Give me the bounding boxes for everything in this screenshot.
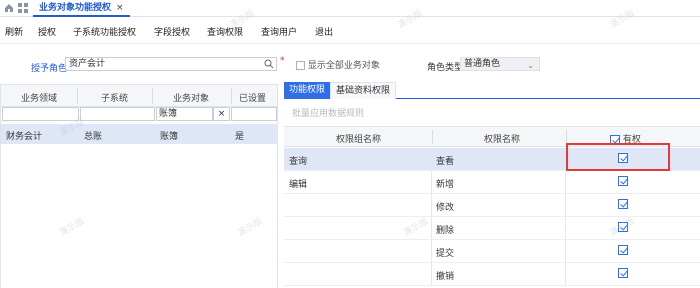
cell-name: 查看 xyxy=(432,148,566,170)
highlight-annotation xyxy=(566,143,670,171)
cell-group: 查询 xyxy=(284,148,432,170)
col-permission-name[interactable]: 权限名称 xyxy=(484,132,520,145)
grid-filter-row: 账簿 × xyxy=(1,107,277,121)
table-row[interactable]: 修改 xyxy=(284,194,700,217)
permission-label: 修改 xyxy=(436,203,455,213)
search-icon[interactable] xyxy=(264,59,274,69)
col-divider[interactable] xyxy=(77,88,78,104)
cell-name: 提交 xyxy=(432,240,566,262)
col-subsystem[interactable]: 子系统 xyxy=(101,91,128,104)
col-object[interactable]: 业务对象 xyxy=(173,91,209,104)
home-icon[interactable] xyxy=(4,3,14,13)
batch-apply-rule-button[interactable]: 批量应用数据规则 xyxy=(292,106,364,119)
cell-object: 账簿 xyxy=(160,132,179,142)
col-domain[interactable]: 业务领域 xyxy=(21,91,57,104)
tab-title: 业务对象功能授权 xyxy=(39,3,112,13)
query-user-button[interactable]: 查询用户 xyxy=(261,25,297,38)
exit-button[interactable]: 退出 xyxy=(315,25,333,38)
tab-business-object-auth[interactable]: 业务对象功能授权 × xyxy=(33,0,130,17)
filter-domain-input[interactable] xyxy=(2,107,79,121)
show-all-label: 显示全部业务对象 xyxy=(307,61,380,71)
cell-subsystem: 总账 xyxy=(84,132,103,142)
permission-tabs: 功能权限 基础资料权限 xyxy=(284,82,700,99)
permission-label: 提交 xyxy=(436,249,455,259)
close-icon: × xyxy=(217,109,226,119)
clear-filter-button[interactable]: × xyxy=(213,107,230,121)
refresh-button[interactable]: 刷新 xyxy=(5,25,23,38)
role-input-value: 资产会计 xyxy=(69,59,106,69)
permission-label: 删除 xyxy=(436,226,455,236)
role-input[interactable]: 资产会计 xyxy=(65,57,277,71)
table-row[interactable]: 编辑 新增 xyxy=(284,171,700,194)
group-label: 查询 xyxy=(289,157,308,167)
query-permission-button[interactable]: 查询权限 xyxy=(207,25,243,38)
cell-group: 编辑 xyxy=(284,171,432,193)
permission-checkbox[interactable] xyxy=(618,268,628,278)
table-row[interactable]: 提交 xyxy=(284,240,700,263)
business-object-grid: 业务领域 子系统 业务对象 已设置 账簿 × 财务会计 总账 账簿 是 xyxy=(0,84,278,288)
col-divider[interactable] xyxy=(432,130,433,144)
authorize-button[interactable]: 授权 xyxy=(38,25,56,38)
role-type-label: 角色类型 xyxy=(427,63,464,73)
cell-group xyxy=(284,194,432,216)
role-label: 授予角色 xyxy=(31,64,68,74)
permission-checkbox[interactable] xyxy=(618,245,628,255)
cell-name: 删除 xyxy=(432,217,566,239)
table-row[interactable]: 删除 xyxy=(284,217,700,240)
required-mark: * xyxy=(280,56,285,66)
permission-label: 新增 xyxy=(436,180,455,190)
col-permission-group[interactable]: 权限组名称 xyxy=(336,132,381,145)
col-set[interactable]: 已设置 xyxy=(239,91,266,104)
col-divider[interactable] xyxy=(231,88,232,104)
cell-name: 修改 xyxy=(432,194,566,216)
col-divider[interactable] xyxy=(566,130,567,144)
role-type-value: 普通角色 xyxy=(464,59,501,69)
table-row[interactable]: 财务会计 总账 账簿 是 xyxy=(1,124,277,144)
role-type-select[interactable]: 普通角色 ⌄ xyxy=(460,57,540,71)
cell-group xyxy=(284,263,432,285)
cell-set: 是 xyxy=(235,132,245,142)
checkbox-icon[interactable] xyxy=(296,61,305,70)
group-label: 编辑 xyxy=(289,180,308,190)
subsystem-auth-button[interactable]: 子系统功能授权 xyxy=(73,25,136,38)
cell-group xyxy=(284,240,432,262)
tab-function-permission[interactable]: 功能权限 xyxy=(284,82,331,99)
filter-object-input[interactable]: 账簿 xyxy=(156,107,213,121)
permission-checkbox[interactable] xyxy=(618,199,628,209)
app-grid-icon[interactable] xyxy=(18,3,28,13)
col-divider[interactable] xyxy=(152,88,153,104)
cell-name: 新增 xyxy=(432,171,566,193)
permission-label: 撤销 xyxy=(436,272,455,282)
show-all-objects-checkbox[interactable]: 显示全部业务对象 xyxy=(296,58,380,71)
close-icon[interactable]: × xyxy=(116,3,124,13)
batch-rule-bar: 批量应用数据规则 xyxy=(284,100,700,122)
filter-object-value: 账簿 xyxy=(159,109,178,119)
cell-name: 撤销 xyxy=(432,263,566,285)
filter-subsystem-input[interactable] xyxy=(80,107,155,121)
grid-header: 业务领域 子系统 业务对象 已设置 xyxy=(1,85,277,107)
table-row[interactable]: 撤销 xyxy=(284,263,700,286)
top-bar: 业务对象功能授权 × xyxy=(0,0,700,17)
filter-bar: 授予角色 资产会计 * 显示全部业务对象 角色类型 普通角色 ⌄ xyxy=(0,44,700,80)
chevron-down-icon: ⌄ xyxy=(527,61,534,70)
permission-checkbox[interactable] xyxy=(618,222,628,232)
cell-group xyxy=(284,217,432,239)
filter-set-input[interactable] xyxy=(231,107,277,121)
permission-checkbox[interactable] xyxy=(618,176,628,186)
field-auth-button[interactable]: 字段授权 xyxy=(154,25,190,38)
cell-domain: 财务会计 xyxy=(6,132,43,142)
tab-basic-data-permission[interactable]: 基础资料权限 xyxy=(330,82,397,99)
permission-label: 查看 xyxy=(436,157,455,167)
toolbar: 刷新 授权 子系统功能授权 字段授权 查询权限 查询用户 退出 xyxy=(0,17,700,44)
